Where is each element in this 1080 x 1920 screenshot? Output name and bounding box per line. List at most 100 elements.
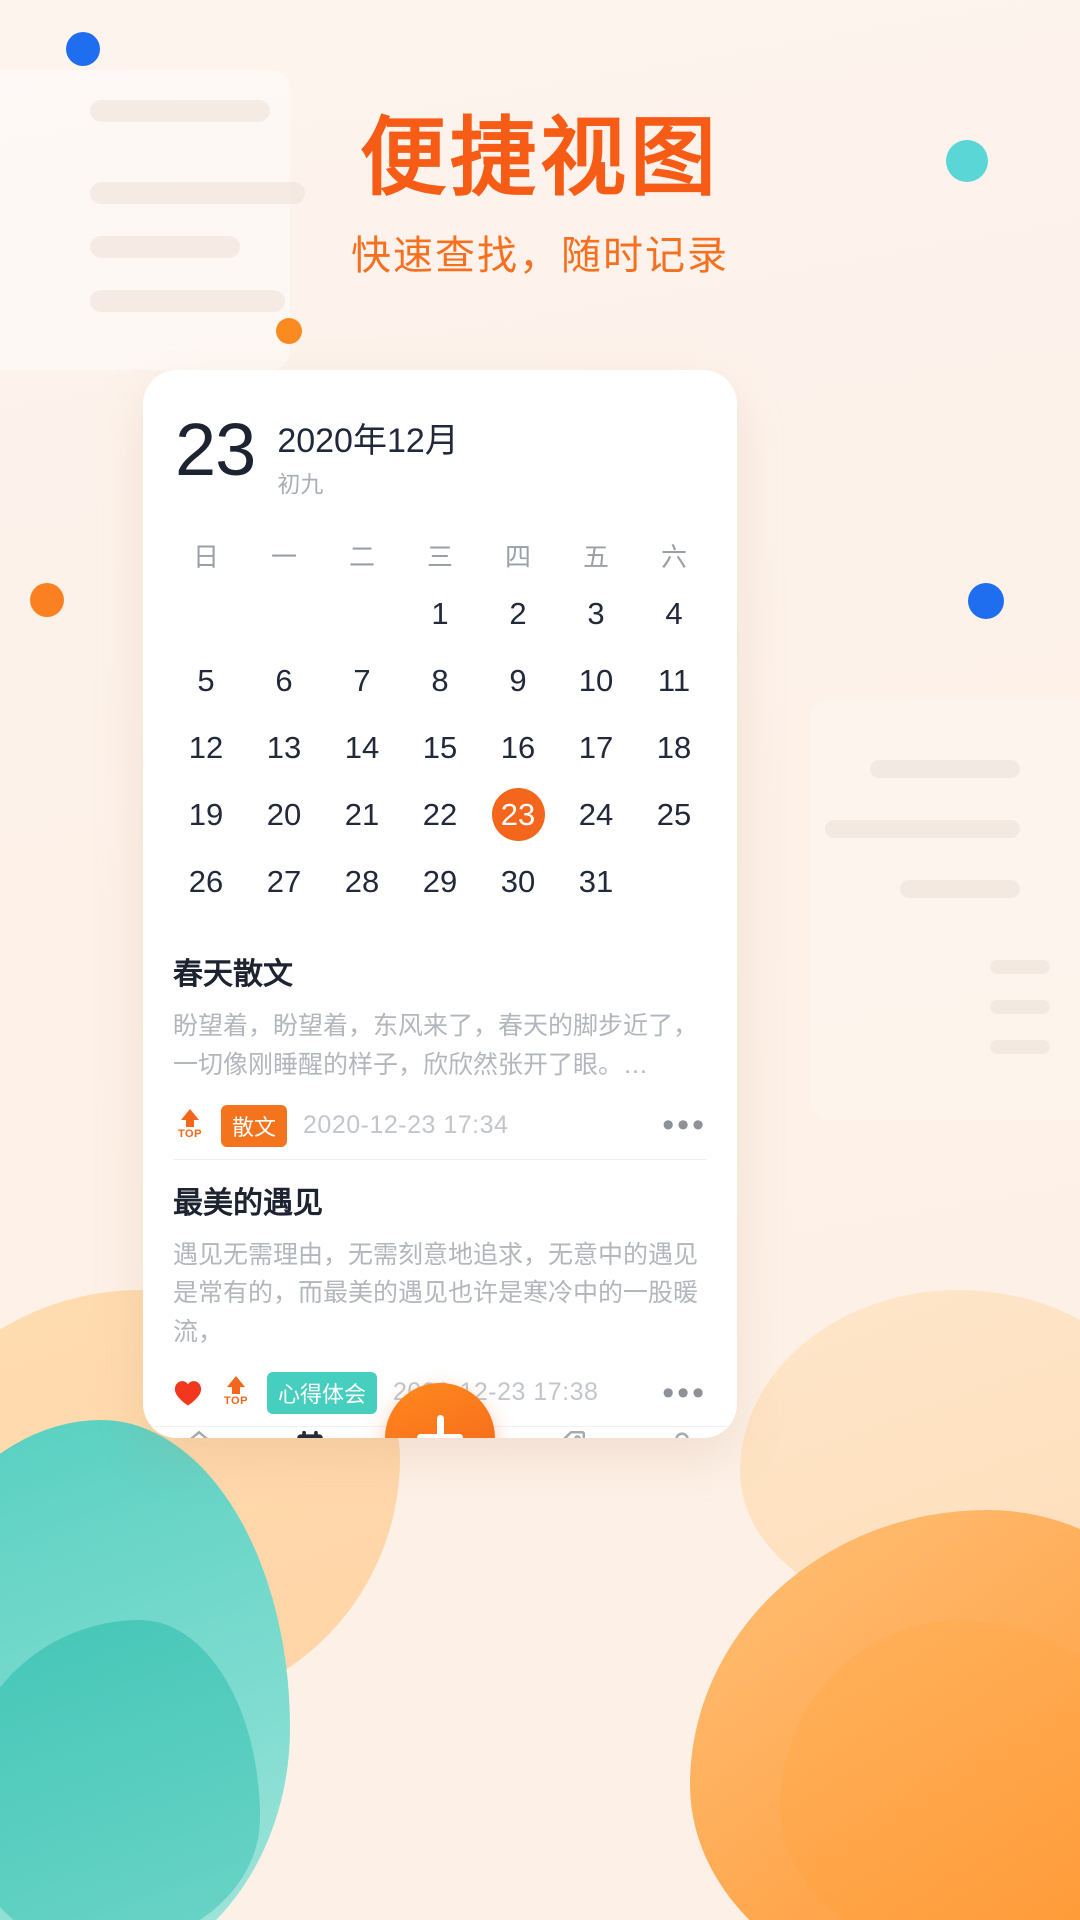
note-meta-row: TOP 散文 2020-12-23 17:34 ••• <box>173 1104 707 1147</box>
calendar-day-29[interactable]: 29 <box>401 848 479 915</box>
calendar-day-9[interactable]: 9 <box>479 647 557 714</box>
calendar-day-10[interactable]: 10 <box>557 647 635 714</box>
calendar-day-label: 23 <box>491 788 545 842</box>
tab-home[interactable]: 笔记 <box>143 1427 254 1438</box>
calendar-day-4[interactable]: 4 <box>635 580 713 647</box>
calendar-day-13[interactable]: 13 <box>245 714 323 781</box>
calendar-day-label: 5 <box>197 662 215 698</box>
calendar-day-blank <box>245 580 323 647</box>
calendar-weekday-0: 日 <box>192 542 219 573</box>
note-tag-badge[interactable]: 心得体会 <box>267 1371 378 1414</box>
decorative-dot-blue <box>968 583 1004 619</box>
note-more-button[interactable]: ••• <box>662 1375 707 1410</box>
decorative-dot-orange <box>276 318 302 344</box>
bg-line-shape <box>90 290 285 312</box>
calendar-day-5[interactable]: 5 <box>167 647 245 714</box>
note-title: 最美的遇见 <box>173 1186 323 1220</box>
calendar-day-blank <box>167 580 245 647</box>
calendar-day-label: 28 <box>344 863 380 899</box>
calendar-day-20[interactable]: 20 <box>245 781 323 848</box>
tab-person[interactable]: 我的 <box>626 1427 737 1438</box>
tab-calendar[interactable]: 日历 <box>254 1427 365 1438</box>
calendar-day-label: 8 <box>431 662 449 698</box>
calendar-day-label: 17 <box>578 729 614 765</box>
heart-icon[interactable] <box>173 1379 203 1407</box>
calendar-day-12[interactable]: 12 <box>167 714 245 781</box>
calendar-weekday-5: 五 <box>582 542 609 573</box>
calendar-day-grid[interactable]: 1 2 3 4 5 6 7 8 9 10 11 12 13 14 15 16 17 18 19 20 21 22 23 24 2… <box>167 580 713 915</box>
calendar-day-label: 29 <box>422 863 458 899</box>
calendar-day-6[interactable]: 6 <box>245 647 323 714</box>
arrow-stem <box>232 1386 240 1394</box>
arrow-up-icon <box>227 1375 245 1387</box>
date-header: 23 2020年12月 初九 <box>143 370 737 505</box>
calendar-day-15[interactable]: 15 <box>401 714 479 781</box>
decorative-dot-orange <box>30 583 64 617</box>
selected-day-number: 23 <box>175 408 256 491</box>
calendar-day-25[interactable]: 25 <box>635 781 713 848</box>
calendar-day-16[interactable]: 16 <box>479 714 557 781</box>
pin-top-icon[interactable]: TOP <box>219 1375 253 1410</box>
calendar-weekday-row: 日一二三四五六 <box>167 523 713 580</box>
calendar-day-11[interactable]: 11 <box>635 647 713 714</box>
calendar-day-28[interactable]: 28 <box>323 848 401 915</box>
calendar-day-selected[interactable]: 23 <box>479 781 557 848</box>
calendar-day-label: 11 <box>657 662 691 698</box>
calendar-weekday-1: 一 <box>270 542 297 573</box>
calendar-day-label: 26 <box>188 863 224 899</box>
calendar-widget[interactable]: 日一二三四五六 1 2 3 4 5 6 7 8 9 10 11 12 13 14 15 16 17 18 19 20 2… <box>143 505 737 915</box>
calendar-day-19[interactable]: 19 <box>167 781 245 848</box>
calendar-day-2[interactable]: 2 <box>479 580 557 647</box>
plus-icon <box>436 1414 444 1438</box>
calendar-day-24[interactable]: 24 <box>557 781 635 848</box>
calendar-day-label: 13 <box>266 729 302 765</box>
calendar-day-label: 6 <box>275 662 293 698</box>
note-item[interactable]: 春天散文 盼望着，盼望着，东风来了，春天的脚步近了，一切像刚睡醒的样子，欣欣然张开… <box>173 931 707 1159</box>
calendar-day-label: 16 <box>500 729 536 765</box>
home-icon <box>143 1427 254 1438</box>
bg-line-shape <box>900 880 1020 898</box>
person-icon <box>626 1427 737 1438</box>
bg-line-shape <box>870 760 1020 778</box>
calendar-day-7[interactable]: 7 <box>323 647 401 714</box>
calendar-day-18[interactable]: 18 <box>635 714 713 781</box>
calendar-day-label: 9 <box>509 662 527 698</box>
tab-tag[interactable]: 标签 <box>515 1427 626 1438</box>
calendar-day-label: 10 <box>578 662 614 698</box>
calendar-day-26[interactable]: 26 <box>167 848 245 915</box>
calendar-day-21[interactable]: 21 <box>323 781 401 848</box>
note-tag-badge[interactable]: 散文 <box>221 1104 288 1147</box>
calendar-day-label: 12 <box>188 729 224 765</box>
bottom-tab-bar[interactable]: 笔记日历 标签我的 <box>143 1382 737 1438</box>
calendar-day-label: 4 <box>665 595 683 631</box>
calendar-day-30[interactable]: 30 <box>479 848 557 915</box>
bg-line-shape <box>990 1040 1050 1054</box>
calendar-day-label: 15 <box>422 729 458 765</box>
calendar-day-22[interactable]: 22 <box>401 781 479 848</box>
note-body: 遇见无需理由，无需刻意地追求，无意中的遇见是常有的，而最美的遇见也许是寒冷中的一… <box>173 1240 699 1347</box>
note-body: 盼望着，盼望着，东风来了，春天的脚步近了，一切像刚睡醒的样子，欣欣然张开了眼。… <box>173 1012 699 1079</box>
calendar-day-blank <box>323 580 401 647</box>
note-datetime: 2020-12-23 17:34 <box>303 1111 509 1140</box>
calendar-day-17[interactable]: 17 <box>557 714 635 781</box>
arrow-up-icon <box>181 1108 199 1120</box>
tag-icon <box>515 1427 626 1438</box>
calendar-day-8[interactable]: 8 <box>401 647 479 714</box>
calendar-day-label: 3 <box>587 595 605 631</box>
calendar-day-14[interactable]: 14 <box>323 714 401 781</box>
calendar-day-3[interactable]: 3 <box>557 580 635 647</box>
calendar-day-31[interactable]: 31 <box>557 848 635 915</box>
calendar-day-label: 18 <box>656 729 692 765</box>
pin-top-icon[interactable]: TOP <box>173 1108 207 1143</box>
page-title: 便捷视图 <box>360 110 720 206</box>
calendar-weekday-4: 四 <box>504 542 531 573</box>
calendar-day-1[interactable]: 1 <box>401 580 479 647</box>
calendar-day-label: 25 <box>656 796 692 832</box>
calendar-day-label: 7 <box>353 662 371 698</box>
calendar-day-label: 19 <box>188 796 224 832</box>
arrow-stem <box>186 1119 194 1127</box>
note-more-button[interactable]: ••• <box>662 1108 707 1143</box>
bg-line-shape <box>990 960 1050 974</box>
calendar-day-27[interactable]: 27 <box>245 848 323 915</box>
calendar-weekday-2: 二 <box>348 542 375 573</box>
